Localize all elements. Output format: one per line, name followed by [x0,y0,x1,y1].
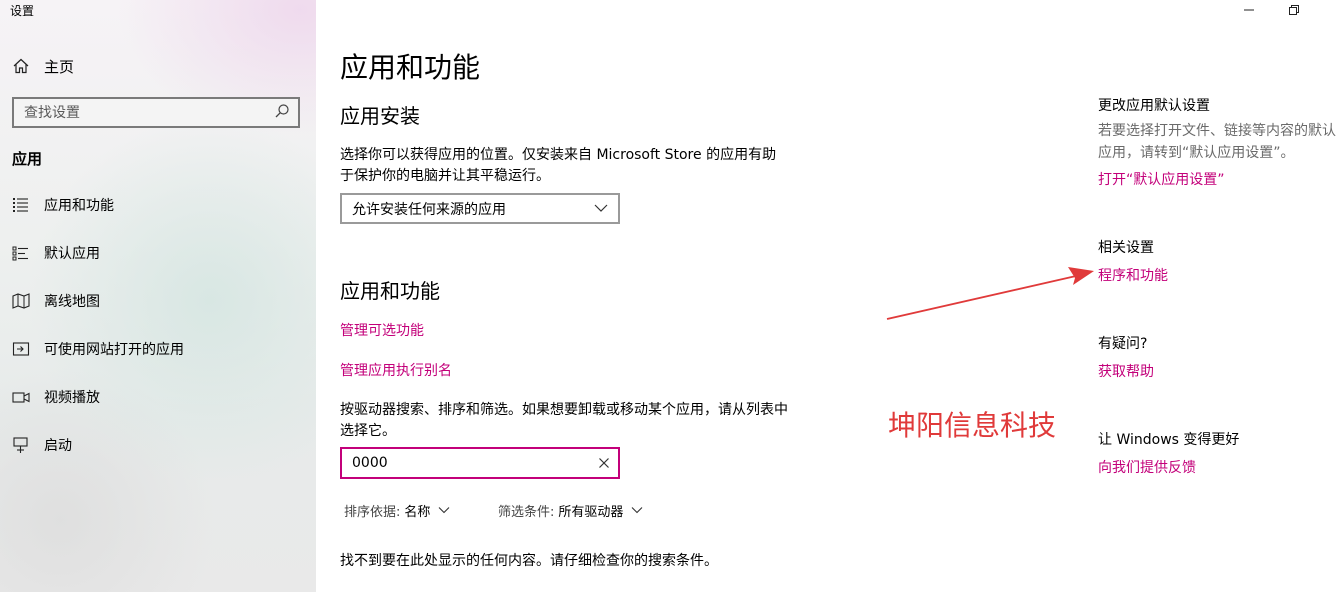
sidebar-item-label: 应用和功能 [44,198,114,214]
default-apps-icon [12,244,30,262]
sidebar-item-apps-for-websites[interactable]: 可使用网站打开的应用 [0,329,316,369]
sidebar-item-label: 可使用网站打开的应用 [44,342,184,358]
apps-features-icon [12,196,30,214]
watermark-text: 坤阳信息科技 [888,409,1057,442]
apps-search-description: 按驱动器搜索、排序和筛选。如果想要卸载或移动某个应用，请从列表中选择它。 [340,402,788,439]
restore-icon [1288,1,1300,20]
programs-features-link[interactable]: 程序和功能 [1098,265,1168,285]
help-heading: 有疑问? [1098,336,1148,352]
filter-by-control[interactable]: 筛选条件: 所有驱动器 [498,500,643,520]
sort-by-label: 排序依据: [344,504,401,520]
chevron-down-icon [594,201,608,217]
chevron-down-icon [631,503,643,518]
apps-search-input[interactable] [352,455,582,471]
sidebar-home[interactable]: 主页 [12,54,74,78]
apps-search-box[interactable] [340,447,620,479]
change-defaults-text: 若要选择打开文件、链接等内容的默认应用，请转到“默认应用设置”。 [1098,123,1336,161]
apps-for-websites-icon [12,340,30,358]
manage-app-aliases-link[interactable]: 管理应用执行别名 [340,360,452,380]
video-playback-icon [12,388,30,406]
sidebar-item-label: 离线地图 [44,294,100,310]
app-install-heading: 应用安装 [340,104,420,128]
apps-features-heading: 应用和功能 [340,279,440,303]
get-help-link[interactable]: 获取帮助 [1098,361,1154,381]
related-settings-heading: 相关设置 [1098,240,1154,256]
give-feedback-link[interactable]: 向我们提供反馈 [1098,457,1196,477]
startup-icon [12,436,30,454]
home-icon [12,57,30,75]
page-title: 应用和功能 [340,51,481,84]
sidebar-item-label: 启动 [44,438,72,454]
offline-maps-icon [12,292,30,310]
sidebar-item-video-playback[interactable]: 视频播放 [0,377,316,417]
minimize-button[interactable] [1226,0,1272,20]
install-source-value: 允许安装任何来源的应用 [352,201,506,218]
open-default-apps-link[interactable]: 打开“默认应用设置” [1098,169,1225,189]
sort-by-value: 名称 [404,504,431,520]
search-icon[interactable] [274,103,290,123]
sidebar-item-offline-maps[interactable]: 离线地图 [0,281,316,321]
app-install-description: 选择你可以获得应用的位置。仅安装来自 Microsoft Store 的应用有助… [340,147,777,184]
clear-icon[interactable] [598,454,610,473]
annotation-arrow [886,267,1094,320]
feedback-heading: 让 Windows 变得更好 [1098,432,1240,448]
empty-results-message: 找不到要在此处显示的任何内容。请仔细检查你的搜索条件。 [340,553,718,569]
sidebar-home-label: 主页 [44,57,75,76]
filter-by-label: 筛选条件: [498,504,555,520]
sidebar-section-apps: 应用 [12,150,43,168]
sidebar-item-label: 默认应用 [44,246,100,262]
sidebar: 设置 主页 应用 [0,0,316,592]
filter-by-value: 所有驱动器 [558,504,624,520]
sidebar-item-label: 视频播放 [44,390,100,406]
manage-optional-features-link[interactable]: 管理可选功能 [340,320,424,340]
minimize-icon [1243,1,1255,20]
install-source-dropdown[interactable]: 允许安装任何来源的应用 [340,193,620,224]
restore-button[interactable] [1271,0,1317,20]
sidebar-item-apps-features[interactable]: 应用和功能 [0,185,316,225]
chevron-down-icon [438,503,450,518]
window-title: 设置 [10,4,35,18]
change-defaults-heading: 更改应用默认设置 [1098,98,1210,114]
settings-search-input[interactable] [24,104,264,121]
sidebar-item-startup[interactable]: 启动 [0,425,316,465]
settings-search[interactable] [12,97,300,128]
sort-by-control[interactable]: 排序依据: 名称 [344,500,450,520]
sidebar-item-default-apps[interactable]: 默认应用 [0,233,316,273]
